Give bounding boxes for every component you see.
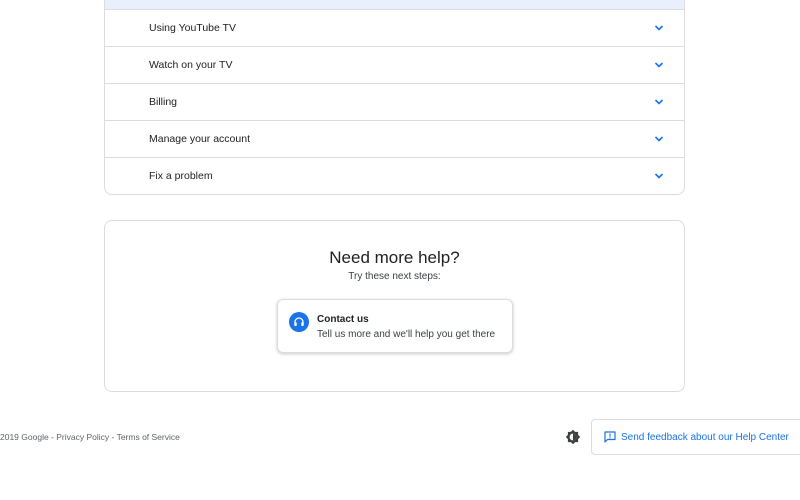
send-feedback-button[interactable]: Send feedback about our Help Center [591,419,800,455]
chevron-down-icon [654,99,664,105]
chevron-down-icon [654,25,664,31]
topic-item-previous-selected[interactable] [105,0,684,10]
topic-label: Manage your account [149,133,250,145]
need-more-help-card: Need more help? Try these next steps: Co… [104,220,685,392]
chevron-down-icon [654,136,664,142]
footer-links: 2019 Google - Privacy Policy - Terms of … [0,431,180,443]
chevron-down-icon [654,173,664,179]
send-feedback-label: Send feedback about our Help Center [621,432,789,443]
help-subtitle: Try these next steps: [348,271,441,282]
footer-separator: - [109,432,117,442]
copyright-text: 2019 Google [0,432,49,442]
headset-icon [289,312,309,332]
dark-mode-toggle-icon[interactable] [565,429,581,445]
topic-item-using-youtube-tv[interactable]: Using YouTube TV [105,10,684,47]
contact-us-title: Contact us [317,314,369,325]
topic-label: Fix a problem [149,170,213,182]
feedback-icon [604,431,616,443]
topic-item-watch-on-your-tv[interactable]: Watch on your TV [105,47,684,84]
privacy-policy-link[interactable]: Privacy Policy [56,432,109,442]
contact-us-button[interactable]: Contact us Tell us more and we'll help y… [277,299,513,353]
topic-item-billing[interactable]: Billing [105,84,684,121]
topic-item-manage-your-account[interactable]: Manage your account [105,121,684,158]
contact-us-description: Tell us more and we'll help you get ther… [317,329,496,340]
help-center-page: Using YouTube TV Watch on your TV Billin… [0,0,800,500]
topic-label: Watch on your TV [149,59,233,71]
help-title: Need more help? [329,248,460,267]
topic-label: Billing [149,96,178,108]
topic-item-fix-a-problem[interactable]: Fix a problem [105,158,684,194]
topic-accordion: Using YouTube TV Watch on your TV Billin… [104,0,685,195]
topic-label: Using YouTube TV [149,22,236,34]
chevron-down-icon [654,62,664,68]
terms-of-service-link[interactable]: Terms of Service [117,432,180,442]
